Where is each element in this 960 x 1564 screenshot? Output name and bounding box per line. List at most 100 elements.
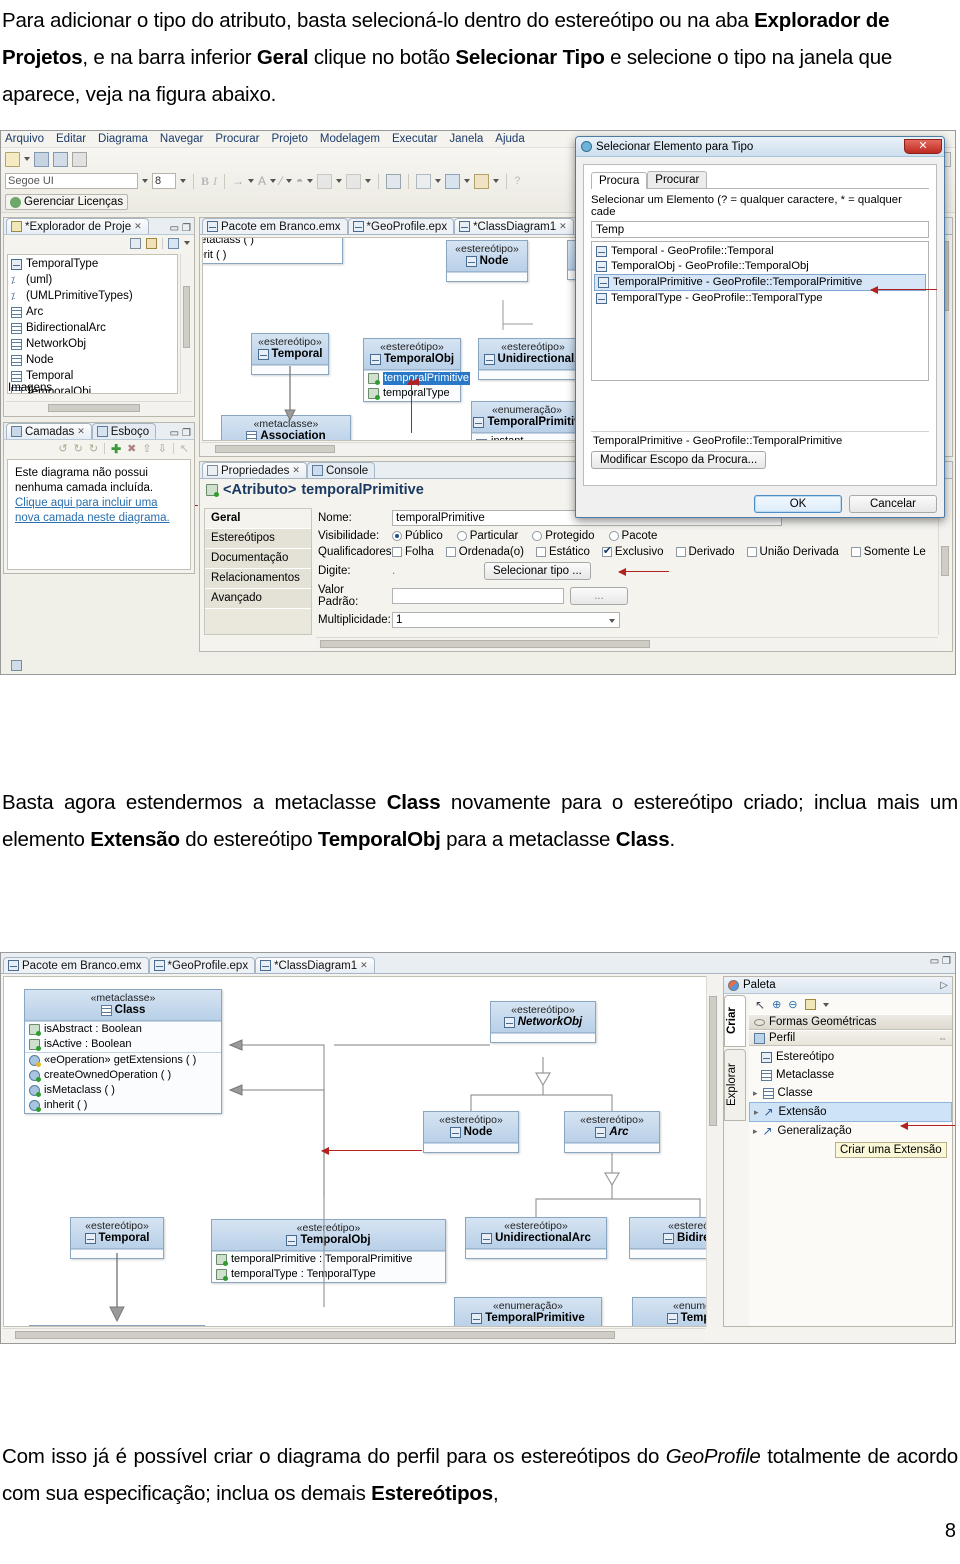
close-icon[interactable]: ✕ xyxy=(360,960,368,971)
print-icon[interactable] xyxy=(72,151,87,167)
qualifier-ordenadao[interactable]: Ordenada(o) xyxy=(445,546,524,558)
layers-tabstrip[interactable]: Camadas ✕ Esboço ▭ ❐ xyxy=(4,423,194,440)
refresh-icon[interactable]: ↻ xyxy=(89,442,98,455)
font-color-caret[interactable] xyxy=(270,179,277,183)
diagram-filter-icon[interactable] xyxy=(416,173,432,189)
diagram2-hscrollbar[interactable] xyxy=(3,1328,705,1341)
editor-tab-pacoteembrancoemx[interactable]: Pacote em Branco.emx xyxy=(202,218,348,234)
properties-vscroll-thumb[interactable] xyxy=(941,546,949,576)
radio-icon[interactable] xyxy=(608,531,619,541)
note-icon[interactable] xyxy=(804,999,816,1010)
qualifier-unioderivada[interactable]: União Derivada xyxy=(746,546,839,558)
checkbox-icon[interactable] xyxy=(675,547,686,557)
diagram2-vscrollbar[interactable] xyxy=(706,976,719,1327)
tree-item-umlprimitivetypes[interactable]: ⁒ (UMLPrimitiveTypes) xyxy=(8,288,177,304)
select-type-button[interactable]: Selecionar tipo ... xyxy=(484,562,591,580)
checkbox-icon[interactable] xyxy=(445,547,456,557)
line-style-icon[interactable]: → xyxy=(232,174,244,188)
layers-local-toolbar[interactable]: ↺ ↻ ↻ ✚ ✖ ⇧ ⇩ ↖ xyxy=(4,440,194,457)
bold-icon[interactable]: B xyxy=(201,174,209,189)
project-explorer-vscrollbar[interactable] xyxy=(180,254,192,394)
link-editor-icon[interactable] xyxy=(146,237,157,249)
minimize-icon[interactable]: ▭ xyxy=(168,428,181,439)
properties-tab-avanado[interactable]: Avançado xyxy=(205,589,311,609)
project-explorer-hscrollbar[interactable] xyxy=(6,401,192,414)
project-explorer-tabstrip[interactable]: *Explorador de Proje ✕ ▭ ❐ xyxy=(4,218,194,235)
line-style-caret[interactable] xyxy=(248,179,255,183)
uml-node-networkobj[interactable]: «estereótipo» NetworkObj xyxy=(490,1001,596,1043)
close-icon[interactable]: ✕ xyxy=(904,139,942,154)
qualifier-exclusivo[interactable]: Exclusivo xyxy=(601,544,664,558)
visibility-option-pacote[interactable]: Pacote xyxy=(608,530,657,542)
palette-tab-explorar[interactable]: Explorar xyxy=(724,1049,746,1121)
redo-icon[interactable]: ↻ xyxy=(74,442,83,455)
dialog-result-item[interactable]: TemporalObj - GeoProfile::TemporalObj xyxy=(592,259,928,274)
properties-hscrollbar[interactable] xyxy=(316,637,938,650)
menu-item-arquivo[interactable]: Arquivo xyxy=(5,133,44,145)
move-up-icon[interactable]: ⇧ xyxy=(142,442,151,455)
note-dropdown-caret[interactable] xyxy=(822,1002,829,1007)
palette-vertical-tabs[interactable]: Criar Explorar xyxy=(724,995,748,1326)
tab-propriedades[interactable]: Propriedades ✕ xyxy=(202,462,307,478)
palette-tool-row[interactable]: ↖ ⊕ ⊖ xyxy=(749,995,952,1014)
grid-icon[interactable] xyxy=(346,173,362,189)
editor-tab-geoprofileepx[interactable]: *GeoProfile.epx xyxy=(148,957,256,973)
properties-tab-esteretipos[interactable]: Estereótipos xyxy=(205,529,311,549)
filters-icon[interactable] xyxy=(168,237,179,249)
menu-item-projeto[interactable]: Projeto xyxy=(271,133,307,145)
menu-item-ajuda[interactable]: Ajuda xyxy=(495,133,524,145)
add-layer-icon[interactable]: ✚ xyxy=(111,442,121,456)
save-all-icon[interactable] xyxy=(53,151,68,167)
palette-item-metaclasse[interactable]: Metaclasse xyxy=(749,1066,952,1084)
editor-tab-geoprofileepx[interactable]: *GeoProfile.epx xyxy=(347,218,455,234)
uml-node-metaclass-association[interactable]: «metaclasse» Association xyxy=(221,415,351,440)
collapse-all-icon[interactable] xyxy=(130,237,141,249)
font-family-caret[interactable] xyxy=(142,179,148,183)
select-tool-icon[interactable]: ↖ xyxy=(755,998,765,1012)
uml-node-temporalobj[interactable]: «estereótipo» TemporalObj temporalPrimit… xyxy=(363,338,470,402)
uml-node-node-2[interactable]: «estereótipo» Node xyxy=(423,1111,519,1153)
expand-twisty-icon[interactable]: ▸ xyxy=(753,1123,758,1139)
project-explorer-tree[interactable]: TemporalType ⁒ (uml) ⁒ (UMLPrimitiveTypes) Ar… xyxy=(7,254,178,394)
menu-item-executar[interactable]: Executar xyxy=(392,133,437,145)
default-value-input[interactable] xyxy=(392,588,564,604)
uml-attribute-row[interactable]: temporalType xyxy=(364,386,460,401)
view-menu-caret[interactable] xyxy=(184,241,190,245)
palette-section-geometric[interactable]: Formas Geométricas xyxy=(749,1014,952,1030)
radio-icon[interactable] xyxy=(456,531,467,541)
fill-style-caret[interactable] xyxy=(336,179,343,183)
undo-icon[interactable]: ↺ xyxy=(58,442,67,455)
uml-node-arc[interactable]: «estereótipo» Arc xyxy=(564,1111,660,1153)
visibility-option-público[interactable]: Público xyxy=(392,530,443,542)
dialog-search-input[interactable]: Temp xyxy=(591,221,929,238)
modify-search-scope-button[interactable]: Modificar Escopo da Procura... xyxy=(591,451,767,469)
multiplicity-combo[interactable]: 1 xyxy=(392,612,620,628)
line-color-caret[interactable] xyxy=(286,179,293,183)
delete-layer-icon[interactable]: ✖ xyxy=(127,442,136,455)
editor-tabstrip-2[interactable]: ▭ ❐ Pacote em Branco.emx *GeoProfile.epx *… xyxy=(1,953,955,974)
grid-caret[interactable] xyxy=(365,179,372,183)
editor-tab-classdiagram1[interactable]: *ClassDiagram1 ✕ xyxy=(454,218,574,234)
editor-tab-pacoteembrancoemx[interactable]: Pacote em Branco.emx xyxy=(3,957,149,973)
save-icon[interactable] xyxy=(34,151,49,167)
cancel-button[interactable]: Cancelar xyxy=(849,495,937,513)
uml-node-temporal-2[interactable]: «estereótipo» Temporal xyxy=(70,1217,164,1259)
qualifier-somentele[interactable]: Somente Le xyxy=(850,546,926,558)
close-icon[interactable]: ✕ xyxy=(77,426,85,437)
dialog-tab-procurar[interactable]: Procurar xyxy=(647,171,708,188)
uml-node-unidirectionalarc[interactable]: «estereótipo» UnidirectionalA xyxy=(478,338,588,380)
minimize-icon[interactable]: ▭ ❐ xyxy=(930,956,951,967)
italic-icon[interactable]: I xyxy=(213,174,217,189)
pin-icon[interactable]: ⇔ xyxy=(938,1033,947,1043)
palette-item-esteretipo[interactable]: Estereótipo xyxy=(749,1048,952,1066)
menu-item-modelagem[interactable]: Modelagem xyxy=(320,133,380,145)
dialog-result-item[interactable]: Temporal - GeoProfile::Temporal xyxy=(592,244,928,259)
fill-style-icon[interactable] xyxy=(317,173,333,189)
font-color-icon[interactable]: A xyxy=(258,174,266,188)
palette-item-classe[interactable]: ▸ Classe xyxy=(749,1084,952,1102)
qualifier-derivado[interactable]: Derivado xyxy=(675,546,735,558)
diagram-hscroll-thumb[interactable] xyxy=(215,445,335,453)
properties-tab-documentao[interactable]: Documentação xyxy=(205,549,311,569)
tree-item-temporaltype[interactable]: TemporalType xyxy=(8,256,177,272)
close-icon[interactable]: ✕ xyxy=(292,465,300,476)
